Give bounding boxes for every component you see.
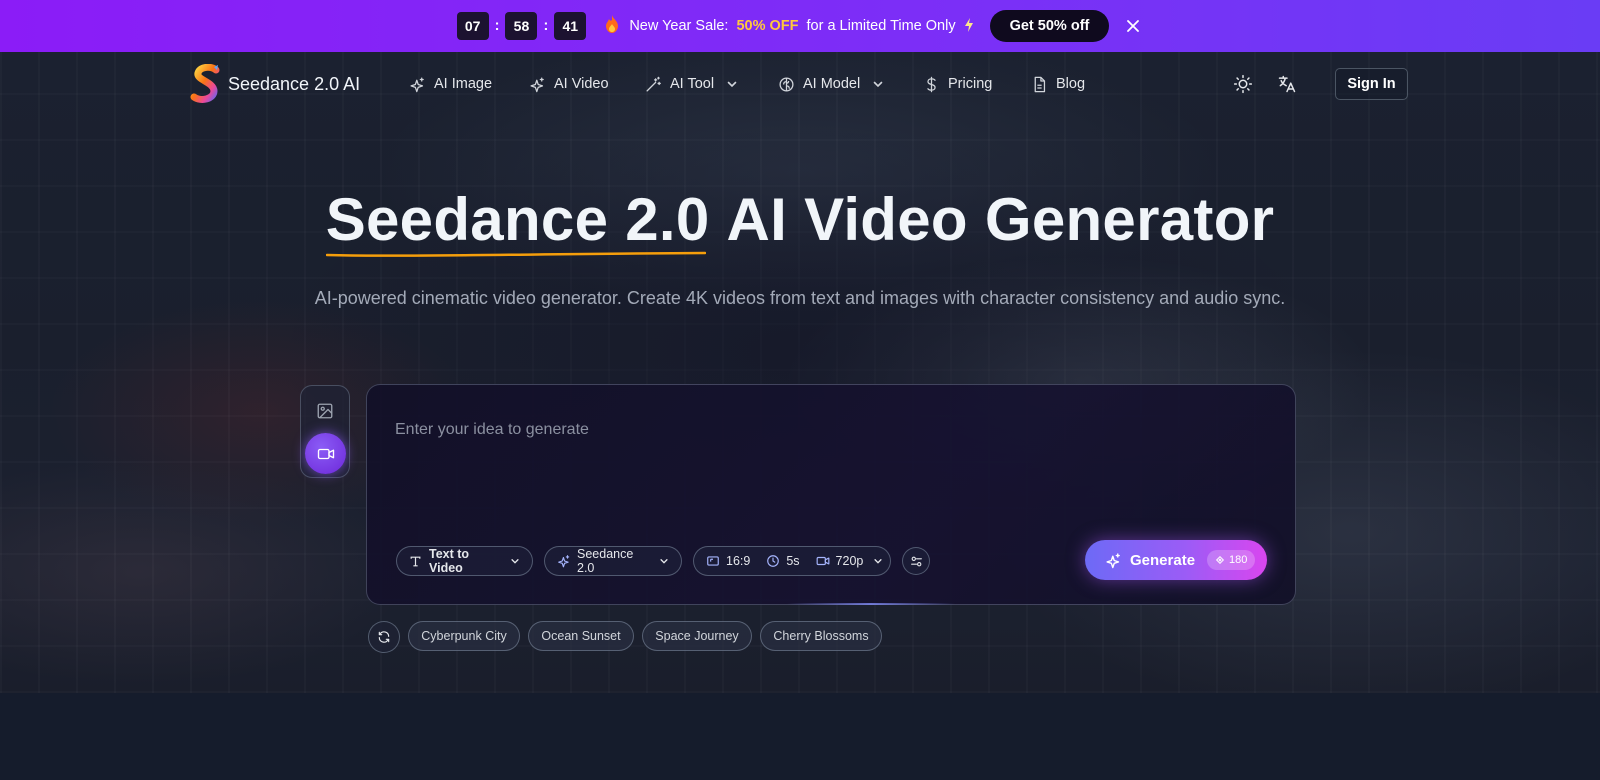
sale-highlight: 50% OFF: [736, 18, 799, 34]
image-mode-button[interactable]: [314, 400, 336, 422]
nav-label: AI Image: [434, 76, 493, 92]
sparkles-icon: [558, 555, 570, 568]
resolution-value: 720p: [835, 554, 864, 568]
refresh-suggestions-button[interactable]: [368, 621, 400, 653]
credit-icon: [1216, 555, 1225, 565]
brain-icon: [779, 76, 794, 92]
sign-in-button[interactable]: Sign In: [1335, 68, 1408, 100]
sparkles-icon: [410, 76, 424, 92]
dollar-icon: [927, 76, 936, 92]
nav-label: Blog: [1056, 76, 1086, 92]
chevron-down-icon: [511, 559, 519, 564]
logo-mark-icon: [190, 63, 222, 104]
clock-icon: [767, 555, 780, 567]
mode-select-value: Text to Video: [429, 547, 470, 575]
mode-select[interactable]: Text to Video: [396, 546, 533, 576]
duration-value: 5s: [786, 554, 800, 568]
sparkles-icon: [1106, 552, 1120, 568]
generate-button[interactable]: Generate 180: [1085, 540, 1267, 580]
model-select[interactable]: Seedance 2.0: [544, 546, 682, 576]
prompt-panel: Text to Video Seedance 2.0 16:9 5s 720p …: [366, 384, 1296, 605]
countdown-separator: :: [543, 18, 549, 34]
sale-suffix: for a Limited Time Only: [806, 18, 956, 34]
chevron-down-icon: [660, 559, 668, 564]
promo-banner: 07 : 58 : 41 New Year Sale: 50% OFF for …: [0, 0, 1600, 52]
suggestion-chip[interactable]: Cyberpunk City: [408, 621, 520, 651]
countdown-seconds: 41: [554, 12, 587, 40]
nav-ai-tool[interactable]: AI Tool: [645, 74, 738, 94]
page-subtitle: AI-powered cinematic video generator. Cr…: [314, 288, 1286, 308]
sliders-icon: [910, 556, 922, 566]
document-icon: [1034, 76, 1046, 92]
nav-ai-image[interactable]: AI Image: [409, 74, 492, 94]
nav-label: Pricing: [948, 76, 993, 92]
title-highlight-text: Seedance 2.0: [325, 186, 710, 253]
nav-ai-model[interactable]: AI Model: [778, 74, 884, 94]
nav-blog[interactable]: Blog: [1031, 74, 1085, 94]
aspect-ratio-icon: [707, 556, 719, 566]
nav-pricing[interactable]: Pricing: [923, 74, 992, 94]
sparkles-icon: [530, 76, 544, 92]
image-icon: [317, 403, 333, 419]
credit-badge: 180: [1207, 550, 1256, 570]
text-icon: [410, 556, 421, 566]
prompt-input[interactable]: [395, 415, 1255, 445]
chevron-down-icon: [874, 559, 882, 564]
fire-icon: [604, 14, 620, 38]
brand-name: Seedance 2.0 AI: [228, 73, 361, 94]
credit-count: 180: [1229, 554, 1248, 566]
translate-icon[interactable]: [1275, 72, 1299, 96]
close-icon[interactable]: [1123, 16, 1143, 36]
magic-wand-icon: [646, 76, 661, 92]
title-highlight: Seedance 2.0: [325, 186, 727, 257]
advanced-settings-button[interactable]: [902, 547, 930, 575]
nav-label: AI Tool: [670, 76, 715, 92]
chevron-down-icon: [873, 81, 883, 88]
get-discount-button[interactable]: Get 50% off: [989, 10, 1110, 42]
video-settings-select[interactable]: 16:9 5s 720p: [693, 546, 891, 576]
bolt-icon: [964, 17, 974, 35]
title-rest: AI Video Generator: [726, 186, 1275, 253]
suggestion-chip[interactable]: Ocean Sunset: [528, 621, 634, 651]
nav-ai-video[interactable]: AI Video: [529, 74, 609, 94]
title-underline: [325, 251, 706, 257]
model-select-value: Seedance 2.0: [577, 547, 634, 575]
nav-label: AI Model: [803, 76, 861, 92]
page-title: Seedance 2.0 AI Video Generator: [0, 185, 1600, 257]
countdown-separator: :: [494, 18, 500, 34]
countdown-minutes: 58: [505, 12, 538, 40]
generate-label: Generate: [1130, 551, 1196, 569]
chevron-down-icon: [727, 81, 737, 88]
sun-icon[interactable]: [1231, 72, 1255, 96]
suggestion-chip[interactable]: Cherry Blossoms: [760, 621, 882, 651]
mode-switcher: [300, 385, 350, 478]
refresh-icon: [378, 631, 390, 643]
video-camera-icon: [317, 448, 334, 459]
top-navigation: Seedance 2.0 AI AI Image AI Video AI Too…: [0, 52, 1600, 116]
aspect-ratio-value: 16:9: [726, 554, 751, 568]
sale-label: New Year Sale:: [629, 18, 729, 34]
video-camera-icon: [816, 556, 829, 566]
suggestion-chip[interactable]: Space Journey: [642, 621, 752, 651]
brand-logo[interactable]: Seedance 2.0 AI: [190, 63, 361, 104]
nav-label: AI Video: [554, 76, 609, 92]
video-mode-button[interactable]: [305, 433, 346, 474]
countdown-hours: 07: [456, 12, 489, 40]
